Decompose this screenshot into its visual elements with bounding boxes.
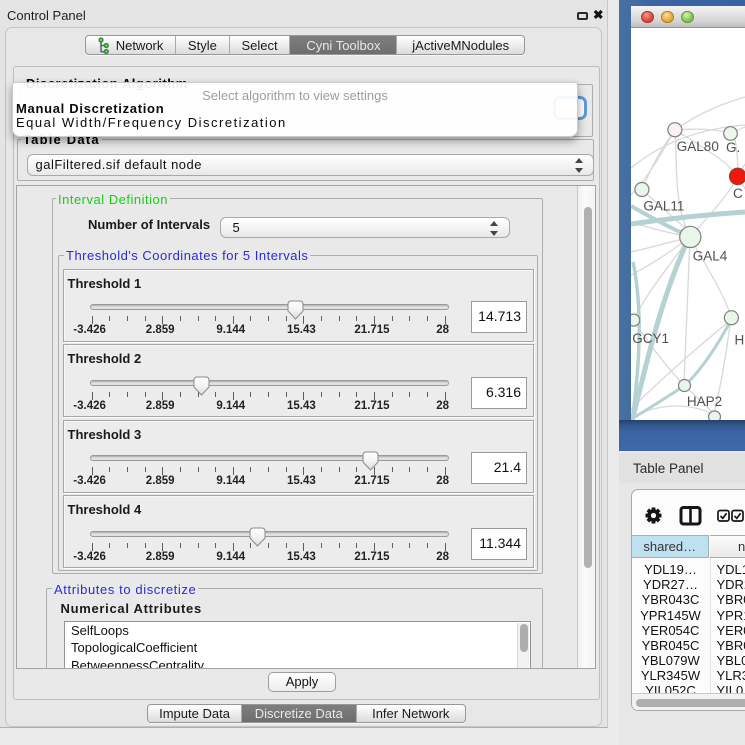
svg-text:C: C — [733, 186, 743, 201]
svg-text:GAL80: GAL80 — [677, 139, 719, 154]
svg-text:GAL4: GAL4 — [693, 249, 728, 264]
svg-text:HAP2: HAP2 — [687, 394, 722, 409]
svg-text:H: H — [735, 333, 745, 348]
svg-text:GCY1: GCY1 — [632, 331, 669, 346]
svg-text:GAL11: GAL11 — [643, 198, 684, 213]
svg-text:G.: G. — [726, 140, 740, 155]
